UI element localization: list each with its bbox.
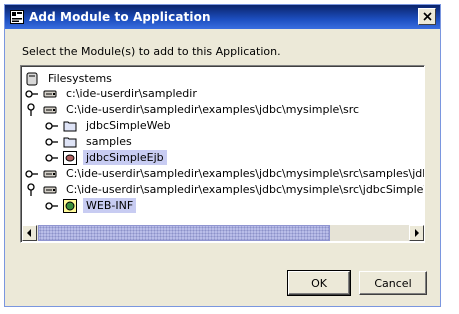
tree-node[interactable]: C:\ide-userdir\sampledir\examples\jdbc\m…: [25, 102, 362, 117]
tree-node-label[interactable]: C:\ide-userdir\sampledir\examples\jdbc\m…: [63, 182, 424, 197]
module-tree[interactable]: Filesystems c:\ide-userdir\sampledir C:\id…: [20, 65, 425, 243]
tree-node-label[interactable]: Filesystems: [45, 71, 115, 86]
tree-node[interactable]: C:\ide-userdir\sampledir\examples\jdbc\m…: [25, 182, 424, 197]
tree-node-label[interactable]: jdbcSimpleEjb: [83, 150, 167, 165]
arrow-left-icon: [27, 229, 31, 237]
tree-node[interactable]: Filesystems: [25, 71, 115, 86]
tree-node[interactable]: WEB-INF: [45, 198, 137, 213]
expand-handle-open-icon[interactable]: [25, 102, 39, 117]
expand-handle-closed-icon[interactable]: [45, 119, 59, 133]
folder-icon: [63, 137, 77, 147]
tree-node-label[interactable]: jdbcSimpleWeb: [83, 118, 174, 133]
expand-handle-closed-icon[interactable]: [45, 135, 59, 149]
expand-handle-closed-icon[interactable]: [45, 199, 59, 213]
scroll-thumb[interactable]: [38, 225, 330, 241]
expand-handle-closed-icon[interactable]: [45, 151, 59, 165]
scroll-left-button[interactable]: [22, 225, 37, 241]
expand-handle-open-icon[interactable]: [25, 182, 39, 197]
ok-button[interactable]: OK: [287, 270, 351, 296]
tree-node[interactable]: C:\ide-userdir\sampledir\examples\jdbc\m…: [25, 166, 424, 181]
drive-icon: [43, 186, 57, 193]
expand-handle-closed-icon[interactable]: [25, 87, 39, 101]
drive-icon: [43, 170, 57, 177]
web-module-icon: [63, 198, 77, 213]
tree-node[interactable]: c:\ide-userdir\sampledir: [25, 86, 200, 101]
cancel-button[interactable]: Cancel: [359, 271, 427, 295]
tree-node[interactable]: jdbcSimpleWeb: [45, 118, 174, 133]
expand-handle-closed-icon[interactable]: [25, 167, 39, 181]
instruction-text: Select the Module(s) to add to this Appl…: [22, 45, 281, 58]
horizontal-scrollbar[interactable]: [22, 225, 424, 241]
dialog-title: Add Module to Application: [29, 10, 211, 24]
application-icon: [10, 10, 24, 24]
tree-node-label[interactable]: C:\ide-userdir\sampledir\examples\jdbc\m…: [63, 166, 424, 181]
tree-node-label[interactable]: C:\ide-userdir\sampledir\examples\jdbc\m…: [63, 102, 362, 117]
close-button[interactable]: [418, 8, 436, 25]
ejb-module-icon: [63, 150, 77, 165]
tree-node[interactable]: samples: [45, 134, 135, 149]
drive-icon: [43, 90, 57, 97]
add-module-dialog: Add Module to Application Select the Mod…: [4, 4, 441, 307]
tree-node-label[interactable]: samples: [83, 134, 135, 149]
tree-node[interactable]: jdbcSimpleEjb: [45, 150, 167, 165]
close-icon: [422, 12, 432, 21]
filesystems-icon: [26, 72, 38, 85]
scroll-right-button[interactable]: [409, 225, 424, 241]
arrow-right-icon: [415, 229, 419, 237]
folder-icon: [63, 121, 77, 131]
tree-node-label[interactable]: WEB-INF: [83, 198, 137, 213]
tree-node-label[interactable]: c:\ide-userdir\sampledir: [63, 86, 200, 101]
drive-icon: [43, 106, 57, 113]
title-bar[interactable]: Add Module to Application: [5, 5, 440, 29]
